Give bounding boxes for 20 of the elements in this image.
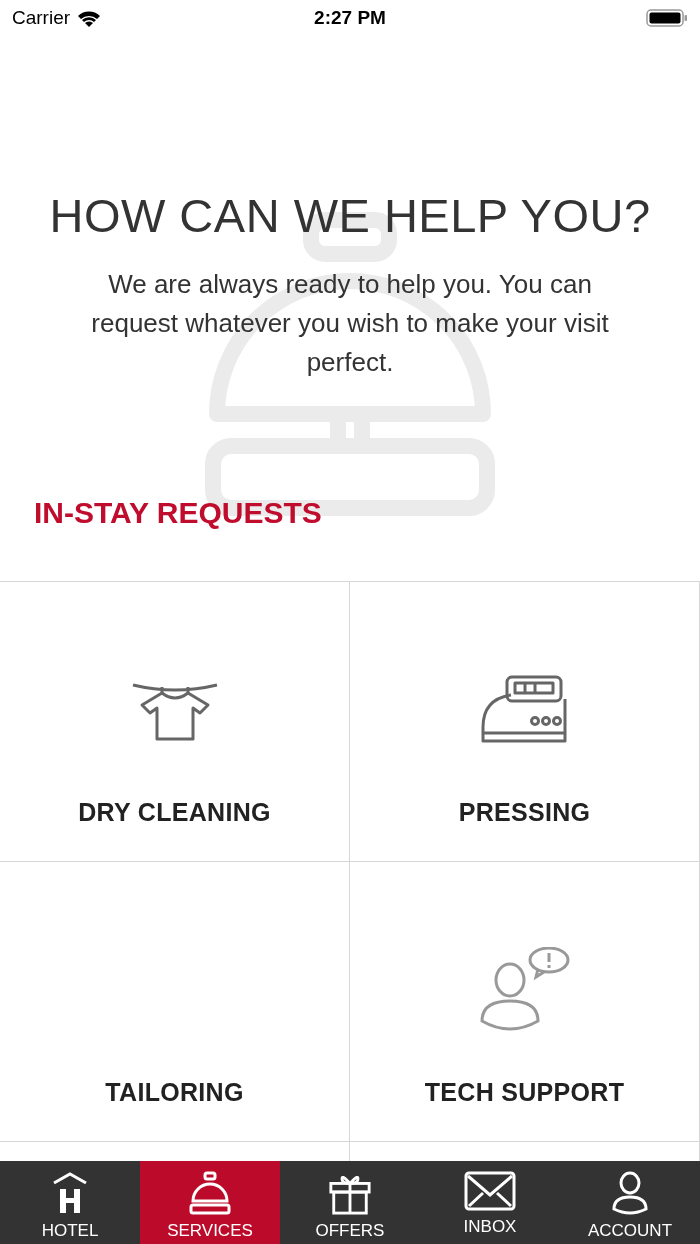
bell-icon [189,1171,231,1215]
person-icon [612,1171,648,1215]
tab-item[interactable]: OFFERS [280,1161,420,1244]
tab-item[interactable]: HOTEL [0,1161,140,1244]
tab-item[interactable]: INBOX [420,1161,560,1244]
page-title: HOW CAN WE HELP YOU? [49,188,651,243]
mail-icon [464,1171,516,1211]
intro-text: We are always ready to help you. You can request whatever you wish to make your visit perfect. [90,268,610,379]
iron-icon [480,675,569,745]
service-tile[interactable]: PRESSING [350,582,699,861]
carrier-name: Carrier [12,7,71,29]
service-tile[interactable]: TAILORING [0,862,349,1141]
service-tile[interactable]: TECH SUPPORT [350,862,699,1141]
clock-time: 2:27 PM [314,7,386,28]
service-tile[interactable]: DRY CLEANING [0,582,349,861]
section-heading: IN-STAY REQUESTS [34,496,322,530]
battery-icon [646,8,688,28]
support-person-icon [479,947,570,1033]
tab-item[interactable]: SERVICES [140,1161,280,1244]
tab-item[interactable]: ACCOUNT [560,1161,700,1244]
